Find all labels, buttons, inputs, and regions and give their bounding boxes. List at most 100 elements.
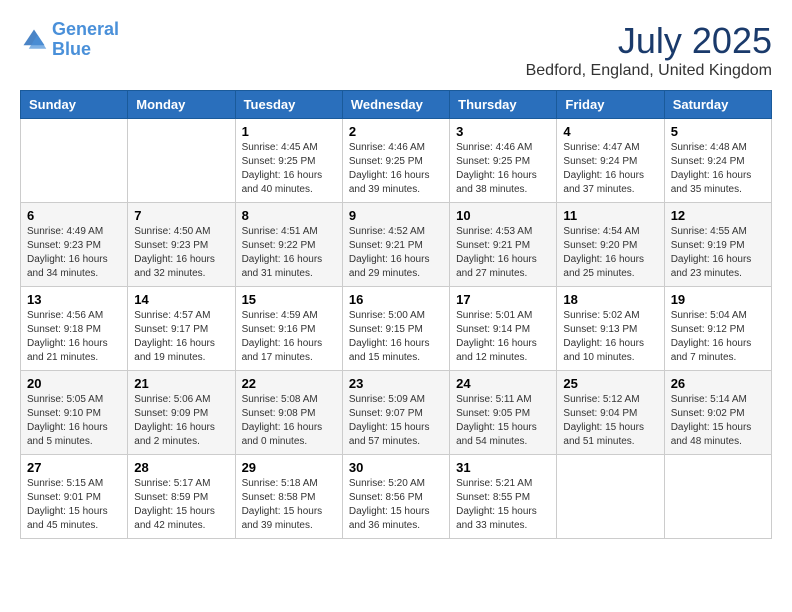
day-detail: Sunrise: 4:56 AMSunset: 9:18 PMDaylight:…: [27, 309, 121, 365]
day-number: 21: [134, 376, 228, 391]
day-number: 5: [671, 124, 765, 139]
calendar-week-row: 27 Sunrise: 5:15 AMSunset: 9:01 PMDayligh…: [21, 455, 772, 539]
day-number: 15: [242, 292, 336, 307]
day-detail: Sunrise: 4:55 AMSunset: 9:19 PMDaylight:…: [671, 225, 765, 281]
day-number: 27: [27, 460, 121, 475]
day-number: 25: [563, 376, 657, 391]
calendar-day-cell: 2 Sunrise: 4:46 AMSunset: 9:25 PMDaylight…: [342, 119, 449, 203]
day-number: 12: [671, 208, 765, 223]
day-detail: Sunrise: 4:48 AMSunset: 9:24 PMDaylight:…: [671, 141, 765, 197]
day-detail: Sunrise: 5:17 AMSunset: 8:59 PMDaylight:…: [134, 477, 228, 533]
day-detail: Sunrise: 4:52 AMSunset: 9:21 PMDaylight:…: [349, 225, 443, 281]
day-number: 3: [456, 124, 550, 139]
day-detail: Sunrise: 5:06 AMSunset: 9:09 PMDaylight:…: [134, 393, 228, 449]
calendar-day-cell: 11 Sunrise: 4:54 AMSunset: 9:20 PMDayligh…: [557, 203, 664, 287]
calendar-week-row: 20 Sunrise: 5:05 AMSunset: 9:10 PMDayligh…: [21, 371, 772, 455]
calendar-day-cell: 1Sunrise: 4:45 AMSunset: 9:25 PMDaylight…: [235, 119, 342, 203]
calendar-table: SundayMondayTuesdayWednesdayThursdayFrid…: [20, 90, 772, 539]
day-detail: Sunrise: 4:47 AMSunset: 9:24 PMDaylight:…: [563, 141, 657, 197]
calendar-day-cell: 7 Sunrise: 4:50 AMSunset: 9:23 PMDaylight…: [128, 203, 235, 287]
day-number: 22: [242, 376, 336, 391]
day-of-week-header: Sunday: [21, 91, 128, 119]
day-number: 19: [671, 292, 765, 307]
day-detail: Sunrise: 5:14 AMSunset: 9:02 PMDaylight:…: [671, 393, 765, 449]
calendar-day-cell: 15 Sunrise: 4:59 AMSunset: 9:16 PMDayligh…: [235, 287, 342, 371]
calendar-day-cell: 17Sunrise: 5:01 AMSunset: 9:14 PMDayligh…: [450, 287, 557, 371]
day-number: 9: [349, 208, 443, 223]
calendar-week-row: 1Sunrise: 4:45 AMSunset: 9:25 PMDaylight…: [21, 119, 772, 203]
day-of-week-header: Wednesday: [342, 91, 449, 119]
day-detail: Sunrise: 5:08 AMSunset: 9:08 PMDaylight:…: [242, 393, 336, 449]
calendar-header-row: SundayMondayTuesdayWednesdayThursdayFrid…: [21, 91, 772, 119]
calendar-day-cell: 28Sunrise: 5:17 AMSunset: 8:59 PMDayligh…: [128, 455, 235, 539]
day-number: 16: [349, 292, 443, 307]
calendar-day-cell: [557, 455, 664, 539]
logo-text: General Blue: [52, 20, 119, 60]
day-number: 4: [563, 124, 657, 139]
calendar-day-cell: [664, 455, 771, 539]
calendar-day-cell: 5 Sunrise: 4:48 AMSunset: 9:24 PMDaylight…: [664, 119, 771, 203]
day-of-week-header: Tuesday: [235, 91, 342, 119]
day-of-week-header: Thursday: [450, 91, 557, 119]
day-number: 11: [563, 208, 657, 223]
day-number: 23: [349, 376, 443, 391]
calendar-day-cell: 9 Sunrise: 4:52 AMSunset: 9:21 PMDaylight…: [342, 203, 449, 287]
calendar-day-cell: 3 Sunrise: 4:46 AMSunset: 9:25 PMDaylight…: [450, 119, 557, 203]
day-number: 26: [671, 376, 765, 391]
day-detail: Sunrise: 5:15 AMSunset: 9:01 PMDaylight:…: [27, 477, 121, 533]
day-number: 31: [456, 460, 550, 475]
logo: General Blue: [20, 20, 119, 60]
day-detail: Sunrise: 5:09 AMSunset: 9:07 PMDaylight:…: [349, 393, 443, 449]
day-detail: Sunrise: 4:53 AMSunset: 9:21 PMDaylight:…: [456, 225, 550, 281]
day-of-week-header: Saturday: [664, 91, 771, 119]
day-detail: Sunrise: 4:54 AMSunset: 9:20 PMDaylight:…: [563, 225, 657, 281]
page-header: General Blue July 2025 Bedford, England,…: [20, 20, 772, 80]
calendar-day-cell: 25Sunrise: 5:12 AMSunset: 9:04 PMDayligh…: [557, 371, 664, 455]
calendar-day-cell: 19 Sunrise: 5:04 AMSunset: 9:12 PMDayligh…: [664, 287, 771, 371]
calendar-day-cell: 24 Sunrise: 5:11 AMSunset: 9:05 PMDayligh…: [450, 371, 557, 455]
calendar-day-cell: 30Sunrise: 5:20 AMSunset: 8:56 PMDayligh…: [342, 455, 449, 539]
day-detail: Sunrise: 4:49 AMSunset: 9:23 PMDaylight:…: [27, 225, 121, 281]
calendar-day-cell: 23 Sunrise: 5:09 AMSunset: 9:07 PMDayligh…: [342, 371, 449, 455]
day-number: 2: [349, 124, 443, 139]
calendar-day-cell: 16 Sunrise: 5:00 AMSunset: 9:15 PMDayligh…: [342, 287, 449, 371]
day-number: 24: [456, 376, 550, 391]
day-number: 29: [242, 460, 336, 475]
day-number: 7: [134, 208, 228, 223]
day-detail: Sunrise: 4:59 AMSunset: 9:16 PMDaylight:…: [242, 309, 336, 365]
day-number: 10: [456, 208, 550, 223]
day-detail: Sunrise: 4:46 AMSunset: 9:25 PMDaylight:…: [456, 141, 550, 197]
calendar-day-cell: 26 Sunrise: 5:14 AMSunset: 9:02 PMDayligh…: [664, 371, 771, 455]
day-detail: Sunrise: 5:11 AMSunset: 9:05 PMDaylight:…: [456, 393, 550, 449]
calendar-day-cell: 12 Sunrise: 4:55 AMSunset: 9:19 PMDayligh…: [664, 203, 771, 287]
calendar-day-cell: 18 Sunrise: 5:02 AMSunset: 9:13 PMDayligh…: [557, 287, 664, 371]
day-number: 6: [27, 208, 121, 223]
day-detail: Sunrise: 5:05 AMSunset: 9:10 PMDaylight:…: [27, 393, 121, 449]
day-detail: Sunrise: 5:00 AMSunset: 9:15 PMDaylight:…: [349, 309, 443, 365]
day-detail: Sunrise: 5:18 AMSunset: 8:58 PMDaylight:…: [242, 477, 336, 533]
day-number: 17: [456, 292, 550, 307]
day-detail: Sunrise: 4:45 AMSunset: 9:25 PMDaylight:…: [242, 141, 336, 197]
day-number: 13: [27, 292, 121, 307]
day-detail: Sunrise: 5:04 AMSunset: 9:12 PMDaylight:…: [671, 309, 765, 365]
calendar-day-cell: 21 Sunrise: 5:06 AMSunset: 9:09 PMDayligh…: [128, 371, 235, 455]
day-detail: Sunrise: 5:20 AMSunset: 8:56 PMDaylight:…: [349, 477, 443, 533]
calendar-day-cell: [21, 119, 128, 203]
day-detail: Sunrise: 5:02 AMSunset: 9:13 PMDaylight:…: [563, 309, 657, 365]
calendar-day-cell: 20 Sunrise: 5:05 AMSunset: 9:10 PMDayligh…: [21, 371, 128, 455]
calendar-day-cell: 8 Sunrise: 4:51 AMSunset: 9:22 PMDaylight…: [235, 203, 342, 287]
day-of-week-header: Friday: [557, 91, 664, 119]
day-number: 20: [27, 376, 121, 391]
month-title: July 2025: [526, 20, 772, 62]
calendar-day-cell: 31 Sunrise: 5:21 AMSunset: 8:55 PMDayligh…: [450, 455, 557, 539]
calendar-day-cell: [128, 119, 235, 203]
day-detail: Sunrise: 4:50 AMSunset: 9:23 PMDaylight:…: [134, 225, 228, 281]
day-detail: Sunrise: 5:21 AMSunset: 8:55 PMDaylight:…: [456, 477, 550, 533]
calendar-day-cell: 27 Sunrise: 5:15 AMSunset: 9:01 PMDayligh…: [21, 455, 128, 539]
logo-icon: [20, 26, 48, 54]
day-detail: Sunrise: 4:46 AMSunset: 9:25 PMDaylight:…: [349, 141, 443, 197]
calendar-day-cell: 10 Sunrise: 4:53 AMSunset: 9:21 PMDayligh…: [450, 203, 557, 287]
day-number: 18: [563, 292, 657, 307]
day-number: 8: [242, 208, 336, 223]
day-detail: Sunrise: 4:51 AMSunset: 9:22 PMDaylight:…: [242, 225, 336, 281]
